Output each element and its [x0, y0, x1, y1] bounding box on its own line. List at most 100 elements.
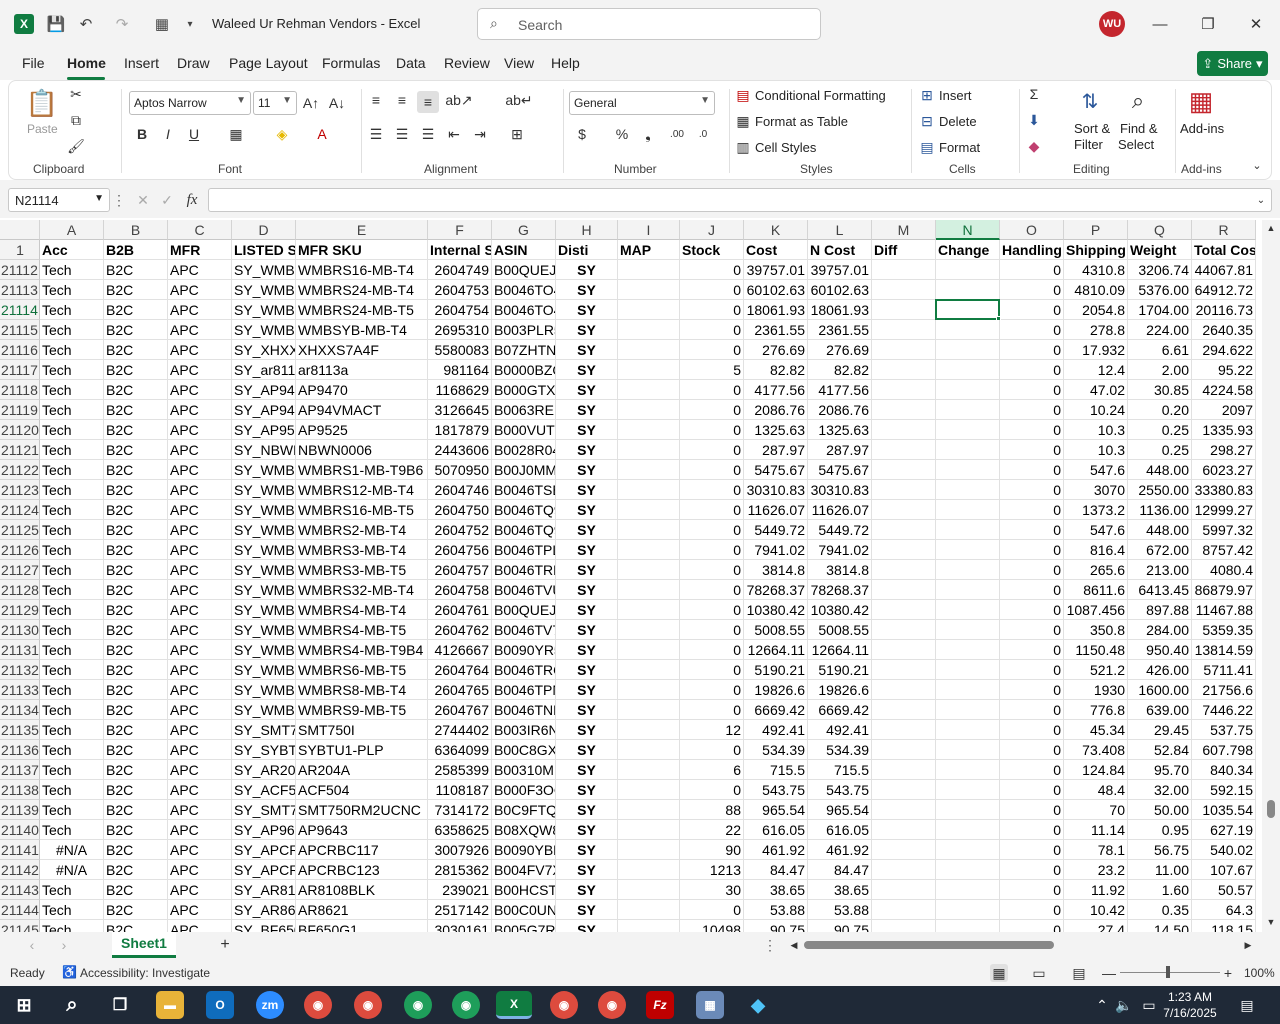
table-cell[interactable]: 33380.83	[1192, 480, 1256, 500]
table-cell[interactable]: WMBRS4-MB-T4	[296, 600, 428, 620]
table-cell[interactable]: 0	[680, 480, 744, 500]
row-header[interactable]: 21141	[0, 840, 40, 860]
table-cell[interactable]: 5008.55	[808, 620, 872, 640]
tab-insert[interactable]: Insert	[124, 55, 159, 71]
table-cell[interactable]: 86879.97	[1192, 580, 1256, 600]
table-cell[interactable]: SY	[556, 420, 618, 440]
table-cell[interactable]: APC	[168, 540, 232, 560]
table-cell[interactable]: APC	[168, 280, 232, 300]
increase-indent-icon[interactable]: ⇥	[471, 125, 489, 143]
table-cell[interactable]: 6023.27	[1192, 460, 1256, 480]
table-cell[interactable]: 2.00	[1128, 360, 1192, 380]
header-cell[interactable]: Disti	[556, 240, 618, 260]
table-cell[interactable]: SY_NBWN0006	[232, 440, 296, 460]
table-cell[interactable]: SY_WMBRS24-MB-T4	[232, 280, 296, 300]
table-cell[interactable]: 278.8	[1064, 320, 1128, 340]
table-cell[interactable]: 0	[1000, 720, 1064, 740]
table-cell[interactable]: SY_WMBRS16-MB-T5	[232, 500, 296, 520]
table-cell[interactable]: 8611.6	[1064, 580, 1128, 600]
column-header-c[interactable]: C	[168, 220, 232, 240]
tab-review[interactable]: Review	[444, 55, 490, 71]
table-cell[interactable]: SY	[556, 820, 618, 840]
font-name-select[interactable]: Aptos Narrow ▼	[129, 91, 251, 115]
zoom-level[interactable]: 100%	[1244, 966, 1275, 980]
table-cell[interactable]: 60102.63	[808, 280, 872, 300]
table-cell[interactable]: 897.88	[1128, 600, 1192, 620]
table-cell[interactable]: 1150.48	[1064, 640, 1128, 660]
table-cell[interactable]: SY	[556, 660, 618, 680]
table-cell[interactable]: SY_SYBTU1-PLP	[232, 740, 296, 760]
zoom-slider-thumb[interactable]	[1166, 966, 1170, 978]
decrease-font-icon[interactable]: A↓	[327, 93, 347, 113]
sort-filter-label-1[interactable]: Sort &	[1074, 121, 1110, 136]
table-cell[interactable]: 2604767	[428, 700, 492, 720]
table-cell[interactable]	[618, 560, 680, 580]
row-header[interactable]: 21122	[0, 460, 40, 480]
table-cell[interactable]: APC	[168, 680, 232, 700]
table-cell[interactable]	[936, 740, 1000, 760]
formula-input[interactable]	[208, 188, 1272, 212]
table-cell[interactable]: 0	[680, 660, 744, 680]
table-cell[interactable]: Tech	[40, 300, 104, 320]
table-cell[interactable]: 2585399	[428, 760, 492, 780]
format-cells-icon[interactable]: ▤	[919, 139, 935, 155]
table-cell[interactable]	[936, 580, 1000, 600]
table-cell[interactable]	[872, 300, 936, 320]
table-cell[interactable]	[872, 480, 936, 500]
table-cell[interactable]: 0	[680, 740, 744, 760]
table-cell[interactable]: 4080.4	[1192, 560, 1256, 580]
table-cell[interactable]: B2C	[104, 820, 168, 840]
table-cell[interactable]: SY	[556, 780, 618, 800]
table-cell[interactable]: 0	[1000, 640, 1064, 660]
table-cell[interactable]: 592.15	[1192, 780, 1256, 800]
table-cell[interactable]	[936, 400, 1000, 420]
table-cell[interactable]: 0	[680, 380, 744, 400]
table-cell[interactable]: SY	[556, 540, 618, 560]
table-cell[interactable]: 2604753	[428, 280, 492, 300]
table-cell[interactable]	[936, 800, 1000, 820]
table-cell[interactable]	[618, 320, 680, 340]
table-cell[interactable]: 53.88	[744, 900, 808, 920]
scroll-down-icon[interactable]: ▼	[1266, 916, 1276, 928]
table-cell[interactable]: SY	[556, 500, 618, 520]
row-header[interactable]: 21133	[0, 680, 40, 700]
chrome-icon[interactable]: ◉	[304, 991, 332, 1019]
table-cell[interactable]: 1325.63	[744, 420, 808, 440]
table-cell[interactable]	[618, 700, 680, 720]
table-cell[interactable]: 0	[680, 300, 744, 320]
format-as-table-icon[interactable]: ▦	[735, 113, 751, 129]
table-cell[interactable]: 4126667	[428, 640, 492, 660]
table-cell[interactable]: B2C	[104, 260, 168, 280]
table-cell[interactable]	[936, 540, 1000, 560]
row-header[interactable]: 21145	[0, 920, 40, 932]
table-cell[interactable]: 3814.8	[744, 560, 808, 580]
column-header-k[interactable]: K	[744, 220, 808, 240]
table-cell[interactable]: 0	[680, 780, 744, 800]
table-cell[interactable]: WMBRS3-MB-T5	[296, 560, 428, 580]
table-cell[interactable]: B0046TNK	[492, 700, 556, 720]
table-cell[interactable]: 5449.72	[744, 520, 808, 540]
header-cell[interactable]: Acc	[40, 240, 104, 260]
table-cell[interactable]: 5580083	[428, 340, 492, 360]
table-cell[interactable]: SY	[556, 300, 618, 320]
table-cell[interactable]: #N/A	[40, 840, 104, 860]
table-cell[interactable]: 537.75	[1192, 720, 1256, 740]
table-cell[interactable]	[872, 880, 936, 900]
table-cell[interactable]: AR8108BLK	[296, 880, 428, 900]
table-cell[interactable]: SY	[556, 600, 618, 620]
table-cell[interactable]: 12.4	[1064, 360, 1128, 380]
table-cell[interactable]: SY_AP9525	[232, 420, 296, 440]
table-cell[interactable]: Tech	[40, 420, 104, 440]
table-cell[interactable]: 95.22	[1192, 360, 1256, 380]
table-cell[interactable]: B2C	[104, 520, 168, 540]
table-cell[interactable]: SY_WMBRS12-MB-T4	[232, 480, 296, 500]
table-cell[interactable]: APC	[168, 360, 232, 380]
table-cell[interactable]	[618, 520, 680, 540]
table-cell[interactable]: 2640.35	[1192, 320, 1256, 340]
table-cell[interactable]	[872, 460, 936, 480]
table-cell[interactable]: 547.6	[1064, 460, 1128, 480]
table-cell[interactable]: 0	[1000, 780, 1064, 800]
zoom-in-icon[interactable]: +	[1222, 964, 1234, 982]
table-cell[interactable]: WMBRS4-MB-T9B4	[296, 640, 428, 660]
table-cell[interactable]: 0	[1000, 700, 1064, 720]
